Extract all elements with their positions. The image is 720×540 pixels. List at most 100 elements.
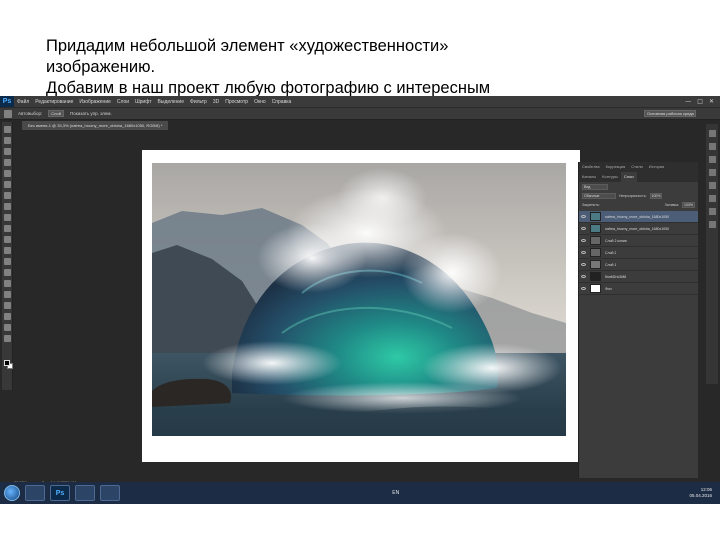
- auto-select-dropdown[interactable]: Слой: [48, 110, 64, 117]
- language-indicator[interactable]: EN: [392, 490, 399, 496]
- eye-icon[interactable]: [581, 215, 586, 218]
- eye-icon[interactable]: [581, 287, 586, 290]
- history-brush-icon[interactable]: [3, 225, 11, 232]
- browser-taskbar-icon[interactable]: [75, 485, 95, 501]
- layer-row[interactable]: Слой 2: [579, 247, 698, 259]
- eye-icon[interactable]: [581, 275, 586, 278]
- eyedropper-icon[interactable]: [3, 181, 11, 188]
- shape-icon[interactable]: [3, 313, 11, 320]
- document-tab[interactable]: Без имени-1 @ 33,3% (nafrea_hrozny_more_…: [22, 121, 169, 130]
- eye-icon[interactable]: [581, 239, 586, 242]
- menu-select[interactable]: Выделение: [155, 99, 188, 105]
- blur-icon[interactable]: [3, 258, 11, 265]
- layer-name: Фон: [605, 286, 612, 291]
- clone-stamp-icon[interactable]: [3, 214, 11, 221]
- eye-icon[interactable]: [581, 251, 586, 254]
- menu-3d[interactable]: 3D: [210, 99, 222, 105]
- tab-properties[interactable]: Свойства: [579, 162, 603, 172]
- workspace-dropdown[interactable]: Основная рабочая среда: [644, 110, 696, 117]
- blend-mode-dropdown[interactable]: Обычные: [582, 192, 616, 199]
- layers-panel: Свойства Коррекция Стили История Каналы …: [578, 162, 698, 478]
- caption-line-1: Придадим небольшой элемент «художественн…: [46, 37, 449, 55]
- layer-row[interactable]: Фон: [579, 283, 698, 295]
- lock-row: Закрепить: Заливка: 100%: [579, 200, 698, 209]
- show-transform-controls[interactable]: Показать упр. элем.: [70, 111, 112, 116]
- path-select-icon[interactable]: [3, 302, 11, 309]
- panel-tabs-secondary: Каналы Контуры Слои: [579, 172, 698, 182]
- hand-icon[interactable]: [3, 324, 11, 331]
- options-bar: Автовыбор: Слой Показать упр. элем. Осно…: [0, 107, 720, 120]
- foreground-color-swatch[interactable]: [4, 360, 10, 366]
- photoshop-logo: Ps: [0, 96, 14, 107]
- layer-filter-row: Вид: [579, 182, 698, 191]
- maximize-icon[interactable]: □: [697, 98, 703, 105]
- menu-image[interactable]: Изображение: [76, 99, 114, 105]
- navigator-panel-icon[interactable]: [708, 221, 716, 228]
- powerpoint-taskbar-icon[interactable]: [100, 485, 120, 501]
- paragraph-panel-icon[interactable]: [708, 195, 716, 202]
- move-tool-icon[interactable]: [4, 109, 12, 118]
- panel-icon-strip: [706, 124, 718, 384]
- swatches-panel-icon[interactable]: [708, 208, 716, 215]
- pen-icon[interactable]: [3, 280, 11, 287]
- layer-name: Слой 2 копия: [605, 238, 627, 243]
- dodge-icon[interactable]: [3, 269, 11, 276]
- marquee-icon[interactable]: [3, 137, 11, 144]
- menu-type[interactable]: Шрифт: [132, 99, 154, 105]
- properties-panel-icon[interactable]: [708, 143, 716, 150]
- menu-help[interactable]: Справка: [269, 99, 295, 105]
- window-controls: — □ ✕: [685, 98, 720, 105]
- layer-name: 5rwM2rIc3M8: [605, 274, 627, 279]
- character-panel-icon[interactable]: [708, 182, 716, 189]
- auto-select-label: Автовыбор:: [18, 111, 43, 116]
- clock[interactable]: 12:06 05.04.2016: [689, 487, 712, 499]
- crop-icon[interactable]: [3, 170, 11, 177]
- tab-layers[interactable]: Слои: [620, 172, 637, 182]
- layer-filter-dropdown[interactable]: Вид: [582, 183, 608, 190]
- slide-caption: Придадим небольшой элемент «художественн…: [46, 36, 566, 99]
- tab-adjustments[interactable]: Коррекция: [603, 162, 629, 172]
- brush-icon[interactable]: [3, 203, 11, 210]
- opacity-field[interactable]: 100%: [649, 192, 663, 199]
- type-icon[interactable]: [3, 291, 11, 298]
- menu-window[interactable]: Окно: [251, 99, 269, 105]
- info-panel-icon[interactable]: [708, 156, 716, 163]
- healing-brush-icon[interactable]: [3, 192, 11, 199]
- layer-row[interactable]: 5rwM2rIc3M8: [579, 271, 698, 283]
- history-panel-icon[interactable]: [708, 130, 716, 137]
- tab-history[interactable]: История: [646, 162, 668, 172]
- eye-icon[interactable]: [581, 263, 586, 266]
- document-canvas[interactable]: [142, 150, 580, 462]
- explorer-taskbar-icon[interactable]: [25, 485, 45, 501]
- layer-row[interactable]: nafrea_hrozny_more_obloha_1680x1050: [579, 223, 698, 235]
- tab-styles[interactable]: Стили: [628, 162, 646, 172]
- minimize-icon[interactable]: —: [685, 98, 691, 105]
- gradient-icon[interactable]: [3, 247, 11, 254]
- layer-thumbnail: [590, 260, 601, 269]
- clock-date: 05.04.2016: [689, 493, 712, 498]
- layer-row[interactable]: Слой 1: [579, 259, 698, 271]
- menu-filter[interactable]: Фильтр: [187, 99, 210, 105]
- layer-row[interactable]: Слой 2 копия: [579, 235, 698, 247]
- close-icon[interactable]: ✕: [709, 98, 714, 105]
- eye-icon[interactable]: [581, 227, 586, 230]
- tab-paths[interactable]: Контуры: [599, 172, 621, 182]
- menu-view[interactable]: Просмотр: [222, 99, 251, 105]
- menu-layers[interactable]: Слои: [114, 99, 132, 105]
- fill-field[interactable]: 100%: [682, 201, 695, 208]
- photoshop-taskbar-icon[interactable]: Ps: [50, 485, 70, 501]
- zoom-icon[interactable]: [3, 335, 11, 342]
- menu-file[interactable]: Файл: [14, 99, 32, 105]
- brush-panel-icon[interactable]: [708, 169, 716, 176]
- start-button-icon[interactable]: [4, 485, 20, 501]
- eraser-icon[interactable]: [3, 236, 11, 243]
- layer-row[interactable]: nafrea_hrozny_more_obloha_1680x1050: [579, 211, 698, 223]
- move-icon[interactable]: [3, 126, 11, 133]
- layer-name: nafrea_hrozny_more_obloha_1680x1050: [605, 226, 670, 231]
- lasso-icon[interactable]: [3, 148, 11, 155]
- windows-taskbar: Ps EN 12:06 05.04.2016: [0, 482, 720, 504]
- quick-select-icon[interactable]: [3, 159, 11, 166]
- tab-channels[interactable]: Каналы: [579, 172, 599, 182]
- menu-edit[interactable]: Редактирование: [32, 99, 76, 105]
- layer-thumbnail: [590, 248, 601, 257]
